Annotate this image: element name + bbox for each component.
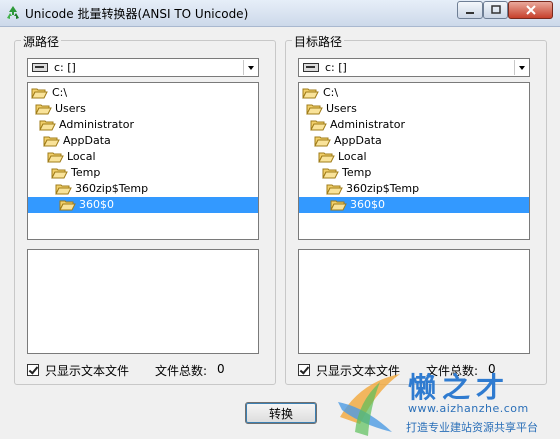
source-group-title: 源路径 — [21, 33, 62, 50]
tree-item-label: C:\ — [323, 86, 339, 99]
source-options-row: 只显示文本文件 文件总数: 0 — [27, 362, 267, 378]
open-folder-icon — [43, 136, 60, 147]
tree-item-label: 360zip$Temp — [346, 182, 420, 195]
watermark-url: www.aizhanzhe.com — [408, 402, 529, 415]
open-folder-icon — [55, 184, 72, 195]
tree-item[interactable]: Administrator — [299, 117, 529, 133]
convert-button[interactable]: 转换 — [245, 402, 317, 424]
tree-item[interactable]: 360zip$Temp — [299, 181, 529, 197]
target-folder-tree[interactable]: C:\ Users Administrator AppData Local Te… — [298, 82, 530, 240]
title-bar[interactable]: Unicode 批量转换器(ANSI TO Unicode) — [0, 0, 560, 27]
source-drive-select[interactable]: c: [] — [27, 58, 259, 77]
tree-item[interactable]: Local — [299, 149, 529, 165]
chevron-down-icon[interactable] — [243, 60, 257, 75]
minimize-button[interactable] — [457, 1, 483, 19]
drive-icon — [303, 63, 319, 72]
tree-item-label: 360$0 — [350, 198, 385, 211]
tree-item-label: Administrator — [59, 118, 134, 131]
tree-item[interactable]: Users — [299, 101, 529, 117]
source-drive-value: c: [] — [54, 61, 76, 74]
target-drive-select[interactable]: c: [] — [298, 58, 530, 77]
tree-item-selected[interactable]: 360$0 — [299, 197, 529, 213]
recycle-icon — [7, 6, 19, 19]
tree-item-label: Users — [326, 102, 357, 115]
maximize-button[interactable] — [483, 1, 508, 19]
target-path-group: 目标路径 c: [] C:\ Users Administrator AppDa… — [285, 33, 547, 385]
tree-item[interactable]: Temp — [28, 165, 258, 181]
tree-item-label: C:\ — [52, 86, 68, 99]
close-icon — [525, 5, 536, 15]
target-group-title: 目标路径 — [292, 33, 345, 50]
watermark-logo-icon — [338, 374, 400, 436]
tree-item[interactable]: Temp — [299, 165, 529, 181]
open-folder-icon — [35, 104, 52, 115]
watermark-slogan: 打造专业建站资源共享平台 — [406, 421, 538, 434]
drive-icon — [32, 63, 48, 72]
target-show-text-only-checkbox[interactable] — [298, 364, 310, 376]
tree-item-selected[interactable]: 360$0 — [28, 197, 258, 213]
app-window: Unicode 批量转换器(ANSI TO Unicode) 源路径 c: []… — [0, 0, 560, 439]
tree-item-label: Users — [55, 102, 86, 115]
open-folder-icon — [39, 120, 56, 131]
window-title: Unicode 批量转换器(ANSI TO Unicode) — [25, 7, 249, 21]
target-drive-value: c: [] — [325, 61, 347, 74]
source-path-group: 源路径 c: [] C:\ Users Administrator AppDat… — [14, 33, 276, 385]
chevron-down-icon[interactable] — [514, 60, 528, 75]
open-folder-icon — [326, 184, 343, 195]
tree-item-label: 360zip$Temp — [75, 182, 149, 195]
source-file-count-label: 文件总数: — [155, 364, 208, 378]
source-folder-tree[interactable]: C:\ Users Administrator AppData Local Te… — [27, 82, 259, 240]
tree-item-label: Local — [338, 150, 367, 163]
tree-item-label: Local — [67, 150, 96, 163]
tree-item[interactable]: Local — [28, 149, 258, 165]
source-show-text-only-label[interactable]: 只显示文本文件 — [45, 362, 129, 379]
target-file-list[interactable] — [298, 249, 530, 354]
source-file-list[interactable] — [27, 249, 259, 354]
open-folder-icon — [322, 168, 339, 179]
open-folder-icon — [314, 136, 331, 147]
watermark-brand: 懒之才 — [408, 371, 511, 404]
tree-item-label: AppData — [334, 134, 382, 147]
tree-item[interactable]: AppData — [299, 133, 529, 149]
open-folder-icon — [31, 88, 48, 99]
tree-item[interactable]: 360zip$Temp — [28, 181, 258, 197]
tree-item[interactable]: C:\ — [28, 85, 258, 101]
watermark: 懒之才 www.aizhanzhe.com 打造专业建站资源共享平台 — [330, 362, 560, 439]
minimize-icon — [466, 12, 474, 14]
maximize-icon — [490, 5, 501, 14]
tree-item[interactable]: AppData — [28, 133, 258, 149]
open-folder-icon — [47, 152, 64, 163]
close-button[interactable] — [508, 1, 553, 19]
tree-item-label: Temp — [342, 166, 372, 179]
open-folder-icon — [51, 168, 68, 179]
tree-item-label: Temp — [71, 166, 101, 179]
source-show-text-only-checkbox[interactable] — [27, 364, 39, 376]
open-folder-icon — [302, 88, 319, 99]
source-file-count-value: 0 — [217, 362, 225, 376]
tree-item[interactable]: C:\ — [299, 85, 529, 101]
open-folder-icon — [318, 152, 335, 163]
open-folder-icon — [310, 120, 327, 131]
tree-item[interactable]: Administrator — [28, 117, 258, 133]
open-folder-icon — [306, 104, 323, 115]
tree-item-label: Administrator — [330, 118, 405, 131]
open-folder-icon — [59, 200, 76, 211]
tree-item-label: 360$0 — [79, 198, 114, 211]
tree-item-label: AppData — [63, 134, 111, 147]
tree-item[interactable]: Users — [28, 101, 258, 117]
open-folder-icon — [330, 200, 347, 211]
